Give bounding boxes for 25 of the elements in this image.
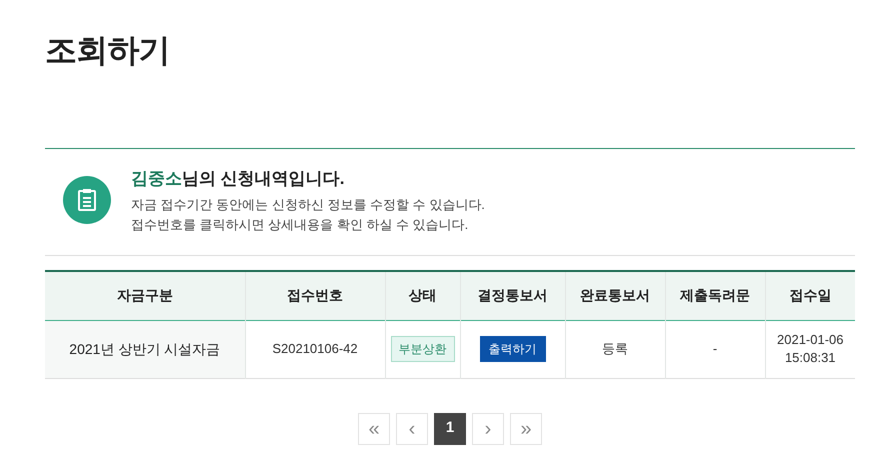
first-page-button[interactable]: « [358,412,390,444]
page-title: 조회하기 [45,31,170,70]
column-header: 결정통보서 [460,271,565,320]
table-cell: - [712,341,718,356]
column-header: 접수일 [765,271,855,320]
table-link[interactable]: S20210106-42 [272,341,358,356]
next-page-button[interactable]: › [472,412,504,444]
column-header: 상태 [385,271,460,320]
column-header: 제출독려문 [665,271,765,320]
notice-text: 접수번호를 클릭하시면 상세내용을 확인 하실 수 있습니다. [131,216,468,234]
status-badge: 부분상환 [390,336,454,362]
date-text: 2021-01-06 [777,331,844,349]
column-header: 접수번호 [245,271,385,320]
last-page-button[interactable]: » [510,412,542,444]
table-link[interactable]: 등록 [602,341,628,356]
column-header: 자금구분 [45,271,245,320]
page-button[interactable]: 1 [434,412,466,444]
notice-heading: 김중소님의 신청내역입니다. [131,168,344,190]
column-header: 완료통보서 [565,271,665,320]
time-text: 15:08:31 [784,349,836,367]
clipboard-icon [63,176,111,224]
previous-page-button[interactable]: ‹ [396,412,428,444]
print-button[interactable]: 출력하기 [480,336,546,362]
notice-text: 자금 접수기간 동안에는 신청하신 정보를 수정할 수 있습니다. [131,196,485,214]
table-cell: 2021년 상반기 시설자금 [69,340,220,356]
